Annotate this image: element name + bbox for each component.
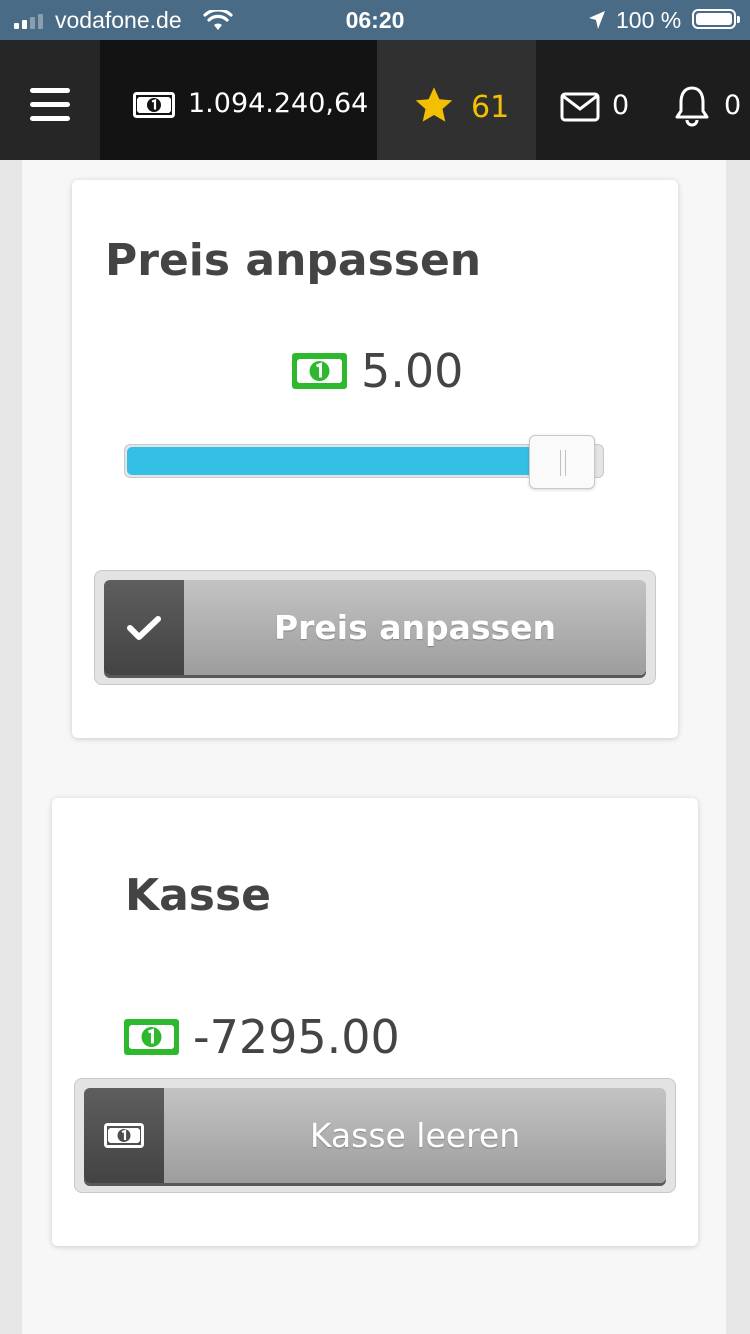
card-title: Kasse	[125, 870, 272, 921]
button-label: Kasse leeren	[309, 1116, 521, 1155]
button-icon-box	[84, 1088, 164, 1183]
empty-register-button[interactable]: Kasse leeren	[84, 1088, 666, 1183]
price-adjust-button-frame: Preis anpassen	[94, 570, 656, 685]
star-icon	[415, 87, 453, 122]
money-balance[interactable]: 1.094.240,64	[100, 40, 377, 160]
banknote-icon	[124, 1019, 179, 1055]
menu-button[interactable]	[0, 40, 100, 160]
button-label: Preis anpassen	[273, 608, 557, 647]
banknote-icon	[133, 92, 175, 118]
banknote-icon	[104, 1123, 144, 1148]
battery-percentage: 100 %	[616, 7, 682, 33]
message-count: 0	[612, 90, 630, 121]
register-card: Kasse -7295.00 Kasse leeren	[52, 798, 698, 1246]
checkmark-icon	[127, 615, 161, 640]
balance-value: -7295.00	[193, 1010, 400, 1064]
battery-icon	[692, 9, 740, 29]
money-amount: 1.094.240,64	[188, 88, 369, 119]
register-balance: -7295.00	[124, 1010, 400, 1064]
button-icon-box	[104, 580, 184, 675]
bell-icon[interactable]	[674, 85, 710, 127]
status-bar: vodafone.de 06:20 100 %	[0, 0, 750, 40]
star-count: 61	[471, 90, 510, 125]
card-title: Preis anpassen	[105, 235, 482, 286]
location-arrow-icon	[589, 11, 605, 29]
top-nav-bar: 1.094.240,64 61 0 0	[0, 40, 750, 160]
empty-register-button-frame: Kasse leeren	[74, 1078, 676, 1193]
slider-handle[interactable]	[529, 435, 595, 489]
hamburger-icon	[30, 88, 70, 121]
mail-icon[interactable]	[560, 92, 600, 122]
banknote-icon	[292, 353, 347, 389]
star-counter[interactable]: 61	[377, 40, 536, 160]
price-adjust-card: Preis anpassen 5.00 Preis anpassen	[72, 180, 678, 738]
price-display: 5.00	[292, 344, 463, 398]
notification-count: 0	[724, 90, 742, 121]
price-value: 5.00	[361, 344, 464, 398]
slider-fill	[127, 447, 546, 475]
price-adjust-button[interactable]: Preis anpassen	[104, 580, 646, 675]
messages-notifications: 0 0	[536, 40, 750, 160]
